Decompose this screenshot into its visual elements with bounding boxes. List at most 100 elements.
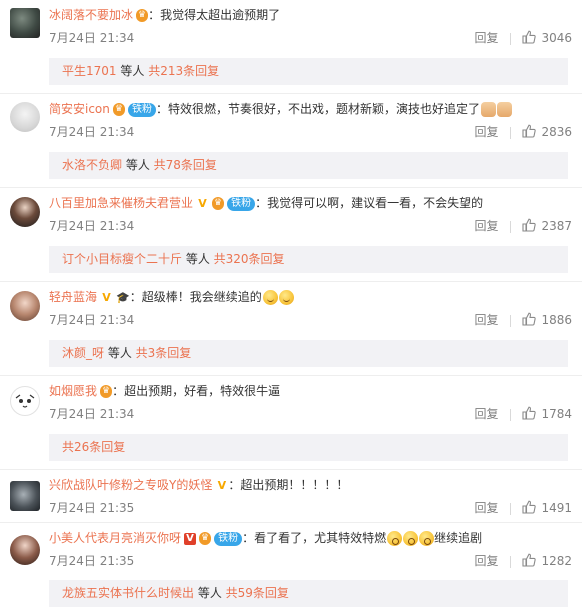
- level-badge-icon: ♛: [112, 103, 125, 116]
- reply-button[interactable]: 回复: [474, 407, 498, 421]
- avatar[interactable]: [10, 197, 40, 227]
- username[interactable]: 冰阔落不要加冰: [49, 8, 133, 22]
- username[interactable]: 简安安icon: [49, 102, 110, 116]
- divider: [510, 220, 512, 233]
- avatar[interactable]: [10, 386, 40, 416]
- reply-names[interactable]: 订个小目标瘦个二十斤: [62, 252, 182, 266]
- reply-connector: 等人: [182, 252, 214, 266]
- reply-names[interactable]: 龙族五实体书什么时候出: [62, 586, 194, 600]
- reply-connector: 等人: [194, 586, 226, 600]
- like-button[interactable]: 1886: [522, 312, 572, 328]
- shock-emoji-icon: [403, 531, 419, 546]
- smile-emoji-icon: [262, 290, 278, 305]
- reply-connector: 等人: [116, 64, 149, 78]
- divider: [510, 32, 512, 45]
- reply-button[interactable]: 回复: [474, 31, 498, 45]
- like-count: 3046: [541, 31, 572, 45]
- like-button[interactable]: 3046: [522, 30, 572, 46]
- thumbs-up-icon: [522, 30, 537, 44]
- comment-time: 7月24日 21:34: [49, 219, 135, 233]
- reply-summary[interactable]: 平生1701 等人 共213条回复: [49, 58, 568, 85]
- level-badge-icon: ♛: [136, 9, 149, 22]
- shock-emoji-icon: [419, 531, 435, 546]
- like-button[interactable]: 2387: [522, 218, 572, 234]
- level-badge-icon: ♛: [100, 385, 113, 398]
- reply-button[interactable]: 回复: [474, 313, 498, 327]
- reply-count-link[interactable]: 共320条回复: [214, 252, 285, 266]
- reply-button[interactable]: 回复: [474, 501, 498, 515]
- shock-emoji-icon: [387, 531, 403, 546]
- reply-summary[interactable]: 沐颜_呀 等人 共3条回复: [49, 340, 568, 367]
- thumbs-up-icon: [522, 312, 537, 326]
- fan-badge: 铁粉: [214, 531, 243, 546]
- reply-names[interactable]: 平生1701: [62, 64, 117, 78]
- divider: [510, 555, 512, 568]
- like-count: 1491: [541, 501, 572, 515]
- reply-button[interactable]: 回复: [474, 219, 498, 233]
- like-count: 2836: [541, 125, 572, 139]
- divider: [0, 93, 582, 94]
- level-badge-icon: ♛: [199, 532, 212, 545]
- graduation-cap-icon: 🎓: [116, 290, 130, 304]
- like-button[interactable]: 1282: [522, 553, 572, 569]
- divider: [510, 502, 512, 515]
- comment-time: 7月24日 21:34: [49, 125, 135, 139]
- red-v-icon: V: [184, 532, 197, 545]
- thumbs-up-icon: [522, 218, 537, 232]
- username[interactable]: 如烟愿我: [49, 384, 97, 398]
- divider: [0, 281, 582, 282]
- reply-count-link[interactable]: 共26条回复: [62, 440, 125, 454]
- reply-names[interactable]: 沐颜_呀: [62, 346, 104, 360]
- reply-button[interactable]: 回复: [474, 554, 498, 568]
- divider: [510, 314, 512, 327]
- reply-count-link[interactable]: 共3条回复: [136, 346, 192, 360]
- comment-text: ：我觉得可以啊，建议看一看，不会失望的: [255, 196, 484, 210]
- reply-names[interactable]: 水洛不负卿: [62, 158, 122, 172]
- comment-text: ：特效很燃，节奏很好，不出戏，题材新颖，演技也好追定了: [155, 102, 480, 116]
- thumbs-up-icon: [522, 553, 537, 567]
- fist-emoji-icon: [480, 102, 496, 117]
- reply-button[interactable]: 回复: [474, 125, 498, 139]
- divider: [510, 126, 512, 139]
- fan-badge: 铁粉: [227, 196, 256, 211]
- reply-summary[interactable]: 共26条回复: [49, 434, 568, 461]
- comment-text: ：超级棒！我会继续追的: [129, 290, 262, 304]
- reply-connector: 等人: [122, 158, 154, 172]
- verified-v-icon: V: [102, 291, 111, 304]
- fist-emoji-icon: [496, 102, 512, 117]
- divider: [0, 375, 582, 376]
- reply-count-link[interactable]: 共59条回复: [226, 586, 289, 600]
- comment-time: 7月24日 21:34: [49, 313, 135, 327]
- username[interactable]: 小美人代表月亮消灭你呀: [49, 531, 181, 545]
- like-count: 1282: [541, 554, 572, 568]
- like-button[interactable]: 1784: [522, 406, 572, 422]
- avatar[interactable]: [10, 291, 40, 321]
- reply-connector: 等人: [104, 346, 136, 360]
- comment-time: 7月24日 21:35: [49, 501, 135, 515]
- comment-time: 7月24日 21:34: [49, 31, 135, 45]
- avatar[interactable]: [10, 8, 40, 38]
- like-button[interactable]: 2836: [522, 124, 572, 140]
- thumbs-up-icon: [522, 124, 537, 138]
- divider: [0, 522, 582, 523]
- comment-text: ：超出预期！！！！！: [228, 478, 349, 492]
- reply-summary[interactable]: 订个小目标瘦个二十斤 等人 共320条回复: [49, 246, 568, 273]
- username[interactable]: 八百里加急来催杨夫君营业: [49, 196, 193, 210]
- cat-face-icon: [15, 394, 35, 408]
- avatar[interactable]: [10, 481, 40, 511]
- like-button[interactable]: 1491: [522, 500, 572, 516]
- reply-summary[interactable]: 龙族五实体书什么时候出 等人 共59条回复: [49, 580, 568, 607]
- comment-text: ：我觉得太超出逾预期了: [148, 8, 281, 22]
- reply-summary[interactable]: 水洛不负卿 等人 共78条回复: [49, 152, 568, 179]
- avatar[interactable]: [10, 535, 40, 565]
- avatar[interactable]: [10, 102, 40, 132]
- username[interactable]: 轻舟蓝海: [49, 290, 97, 304]
- divider: [0, 469, 582, 470]
- fan-badge: 铁粉: [127, 102, 156, 117]
- like-count: 2387: [541, 219, 572, 233]
- reply-count-link[interactable]: 共213条回复: [148, 64, 219, 78]
- reply-count-link[interactable]: 共78条回复: [154, 158, 217, 172]
- thumbs-up-icon: [522, 500, 537, 514]
- username[interactable]: 兴欣战队叶修粉之专吸Y的妖怪: [49, 478, 212, 492]
- like-count: 1886: [541, 313, 572, 327]
